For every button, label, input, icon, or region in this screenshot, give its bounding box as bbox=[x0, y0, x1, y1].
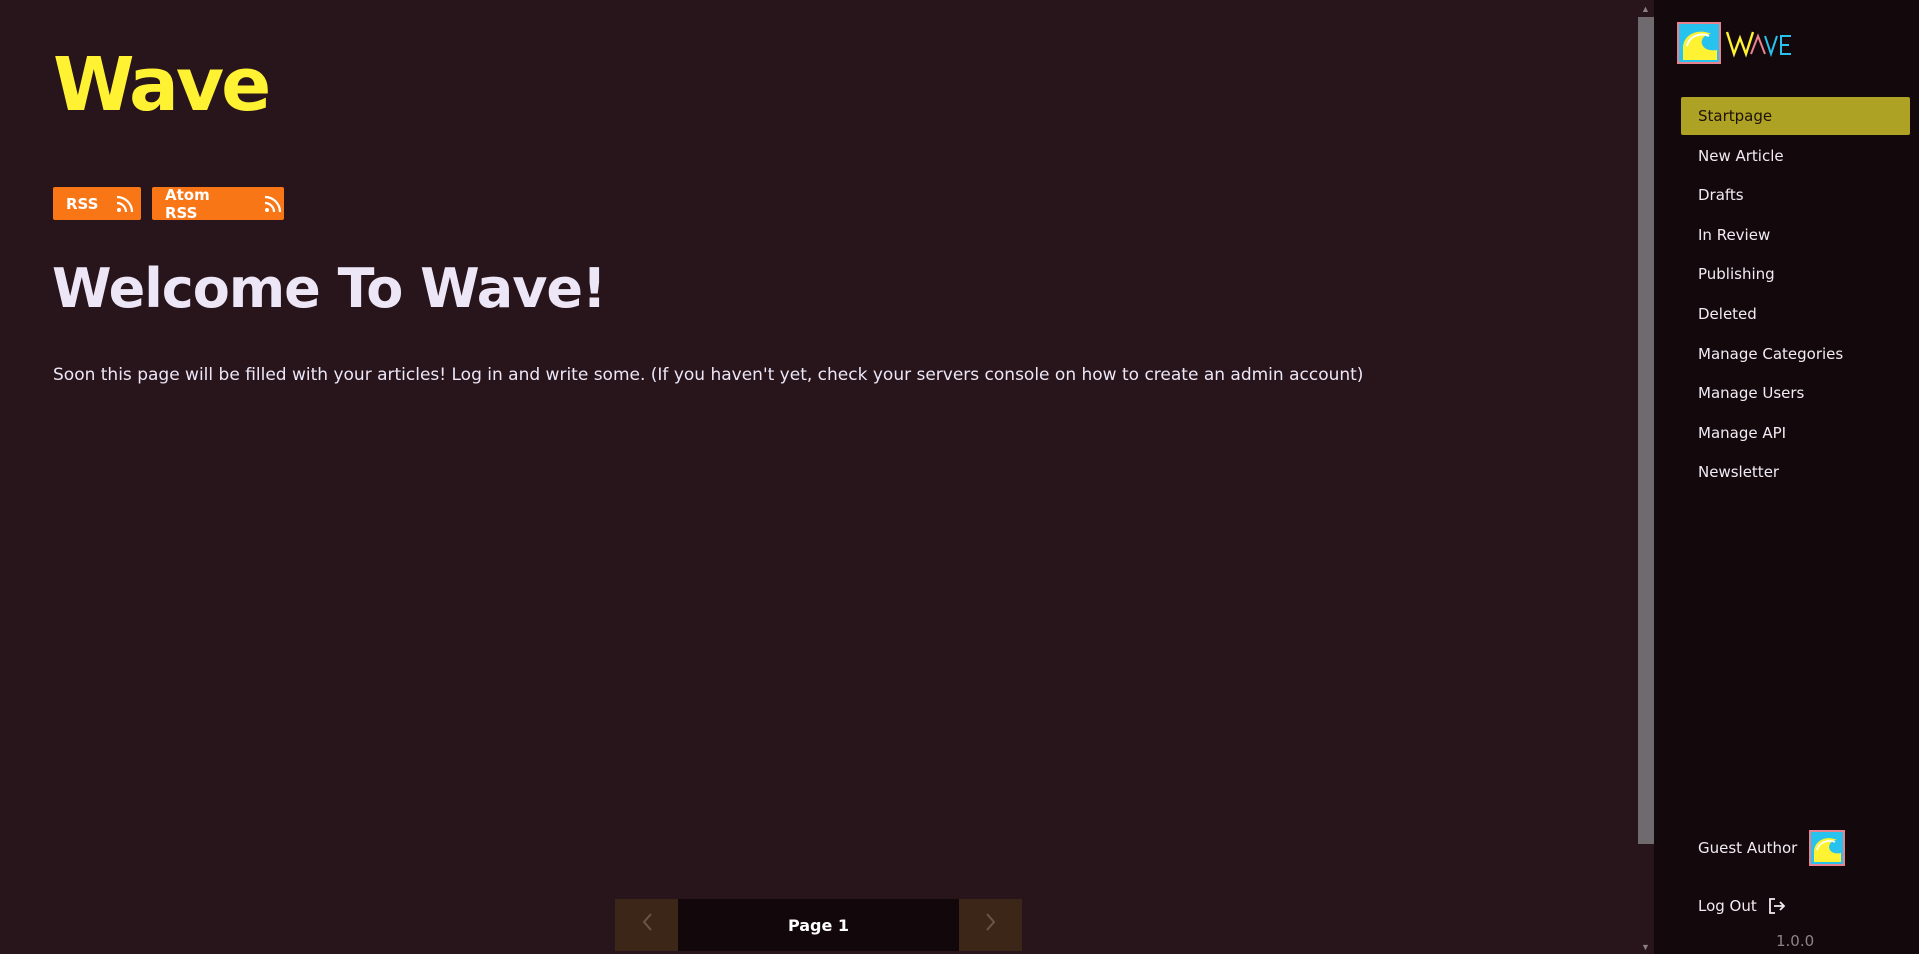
avatar bbox=[1809, 830, 1846, 866]
pagination: Page 1 bbox=[615, 899, 1022, 951]
logo-text bbox=[1725, 22, 1797, 64]
scrollbar[interactable]: ▲ ▼ bbox=[1637, 0, 1654, 954]
sidebar-item-manage-categories[interactable]: Manage Categories bbox=[1681, 335, 1910, 373]
sidebar-item-newsletter[interactable]: Newsletter bbox=[1681, 453, 1910, 491]
next-page-button[interactable] bbox=[959, 899, 1022, 951]
logout-icon bbox=[1768, 898, 1786, 914]
page-indicator: Page 1 bbox=[678, 899, 959, 951]
sidebar-nav: Startpage New Article Drafts In Review P… bbox=[1681, 97, 1910, 493]
sidebar: Startpage New Article Drafts In Review P… bbox=[1654, 0, 1919, 954]
logout-label: Log Out bbox=[1698, 897, 1757, 915]
logo[interactable] bbox=[1677, 22, 1797, 64]
wave-logo-icon bbox=[1677, 22, 1721, 64]
author-name: Guest Author bbox=[1698, 839, 1798, 857]
sidebar-item-publishing[interactable]: Publishing bbox=[1681, 255, 1910, 293]
scroll-up-icon[interactable]: ▲ bbox=[1637, 2, 1654, 16]
page-heading: Welcome To Wave! bbox=[52, 257, 607, 320]
atom-rss-button[interactable]: Atom RSS bbox=[152, 185, 284, 222]
scroll-down-icon[interactable]: ▼ bbox=[1637, 940, 1654, 954]
site-title: Wave bbox=[53, 42, 271, 128]
sidebar-item-manage-api[interactable]: Manage API bbox=[1681, 414, 1910, 452]
scrollbar-thumb[interactable] bbox=[1638, 17, 1654, 844]
version-label: 1.0.0 bbox=[1776, 932, 1815, 950]
sidebar-item-in-review[interactable]: In Review bbox=[1681, 216, 1910, 254]
sidebar-item-startpage[interactable]: Startpage bbox=[1681, 97, 1910, 135]
sidebar-item-deleted[interactable]: Deleted bbox=[1681, 295, 1910, 333]
sidebar-item-new-article[interactable]: New Article bbox=[1681, 137, 1910, 175]
chevron-right-icon bbox=[984, 911, 998, 939]
atom-rss-button-label: Atom RSS bbox=[165, 185, 210, 222]
rss-button[interactable]: RSS bbox=[53, 187, 141, 220]
author-link[interactable]: Guest Author bbox=[1698, 830, 1846, 866]
rss-icon bbox=[114, 193, 136, 215]
rss-icon bbox=[262, 193, 284, 215]
sidebar-item-manage-users[interactable]: Manage Users bbox=[1681, 374, 1910, 412]
logout-button[interactable]: Log Out bbox=[1698, 896, 1787, 916]
intro-text: Soon this page will be filled with your … bbox=[53, 365, 1364, 385]
main-content: Wave RSS Atom RSS Welcome To Wave! Soon … bbox=[0, 0, 1637, 954]
chevron-left-icon bbox=[640, 911, 654, 939]
prev-page-button[interactable] bbox=[615, 899, 678, 951]
sidebar-item-drafts[interactable]: Drafts bbox=[1681, 176, 1910, 214]
rss-button-label: RSS bbox=[66, 194, 99, 213]
